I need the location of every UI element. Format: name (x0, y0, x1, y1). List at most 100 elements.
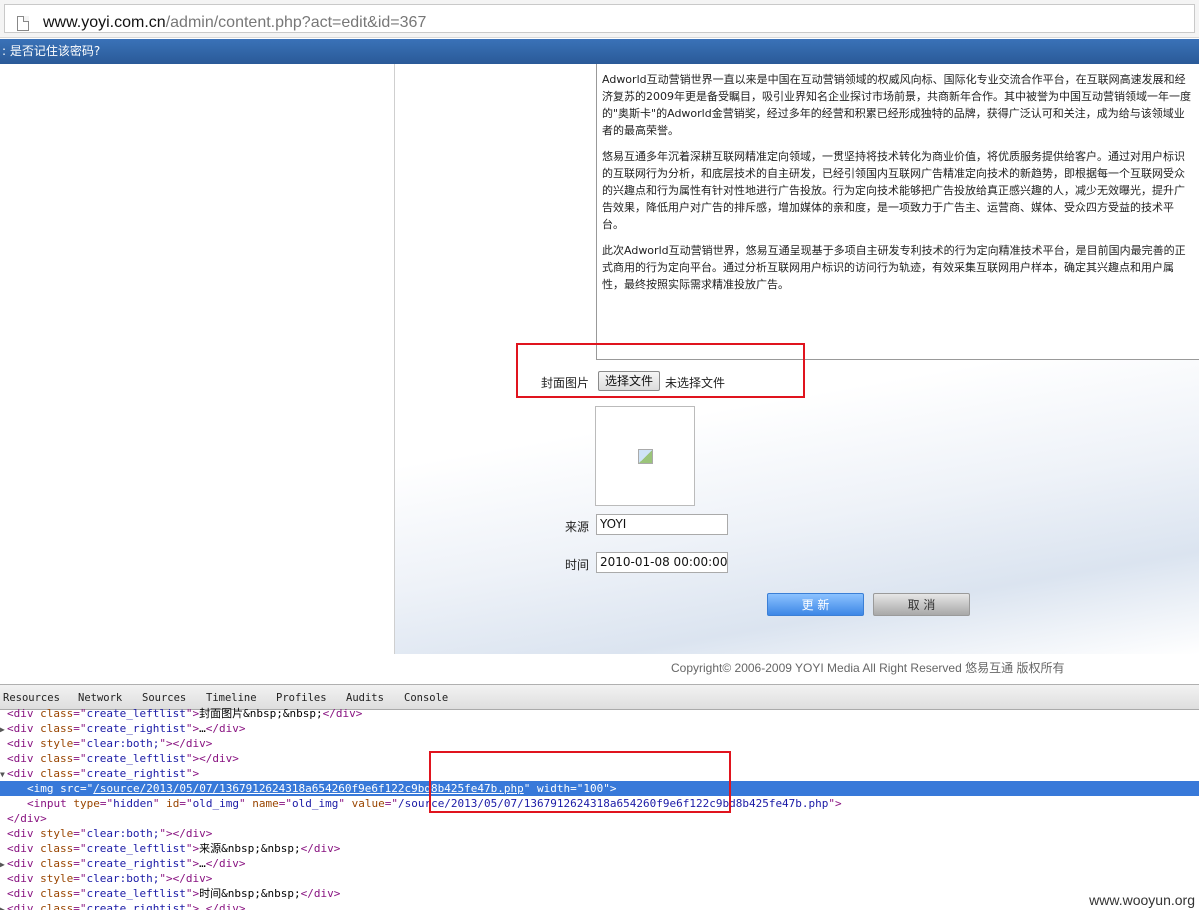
collapse-arrow-icon[interactable]: ▼ (0, 767, 7, 782)
dom-token: =" (278, 797, 292, 810)
url-field[interactable]: www.yoyi.com.cn/admin/content.php?act=ed… (4, 4, 1195, 33)
dom-token: =" (73, 722, 87, 735)
dom-tree-line[interactable]: <div class="create_leftlist">封面图片&nbsp;&… (0, 706, 1199, 721)
watermark: www.wooyun.org (1089, 892, 1195, 908)
dom-token: =" (73, 857, 87, 870)
dom-token: create_rightist (86, 722, 186, 735)
dom-token: class (40, 887, 74, 900)
expand-arrow-icon[interactable]: ▶ (0, 722, 7, 737)
dom-token: " (338, 797, 352, 810)
dom-token: <div (7, 842, 41, 855)
dom-tree-line[interactable]: ▶ <div class="create_rightist">…</div> (0, 856, 1199, 871)
dom-token: clear:both; (86, 737, 160, 750)
broken-image-icon (638, 449, 653, 464)
tab-network[interactable]: Network (78, 692, 122, 704)
dom-token: <input (27, 797, 74, 810)
dom-token: <img (27, 782, 61, 795)
dom-tree-line[interactable]: <div style="clear:both;"></div> (0, 826, 1199, 841)
dom-token: =" (73, 827, 87, 840)
dom-token: create_rightist (86, 902, 186, 910)
dom-token: name (252, 797, 279, 810)
dom-token: =" (73, 752, 87, 765)
dom-token: <div (7, 722, 41, 735)
dom-token: <div (7, 857, 41, 870)
dom-tree-line[interactable]: ▶ <div class="create_rightist">…</div> (0, 721, 1199, 736)
dom-token: "> (185, 842, 200, 855)
page-icon (17, 16, 29, 31)
expand-arrow-icon[interactable]: ▶ (0, 902, 7, 910)
dom-token: <div (7, 887, 41, 900)
dom-tree-line[interactable]: </div> (0, 811, 1199, 826)
dom-token: style (40, 737, 74, 750)
dom-token: 来源&nbsp;&nbsp; (199, 842, 301, 855)
tab-console[interactable]: Console (404, 692, 448, 704)
dom-token: 时间&nbsp;&nbsp; (199, 887, 301, 900)
editor-paragraph: 悠易互通多年沉着深耕互联网精准定向领域，一贯坚持将技术转化为商业价值，将优质服务… (602, 150, 1185, 231)
time-input[interactable]: 2010-01-08 00:00:00 (596, 552, 728, 573)
dom-token: </div> (205, 902, 246, 910)
dom-token: … (199, 902, 206, 910)
devtools-panel: Resources Network Sources Timeline Profi… (0, 684, 1199, 910)
dom-token: <div (7, 827, 41, 840)
dom-token: create_leftlist (86, 752, 186, 765)
dom-token: <div (7, 707, 41, 720)
dom-token: create_leftlist (86, 887, 186, 900)
dom-token: old_img (192, 797, 239, 810)
dom-token: clear:both; (86, 827, 160, 840)
dom-token: "></div> (159, 872, 213, 885)
dom-token: class (40, 707, 74, 720)
dom-token: class (40, 902, 74, 910)
infobar-text: : 是否记住该密码? (2, 44, 101, 58)
source-label: 来源 (565, 520, 590, 534)
dom-token: =" (73, 887, 87, 900)
dom-token: style (40, 827, 74, 840)
update-button[interactable]: 更 新 (767, 593, 864, 616)
dom-token: =" (384, 797, 398, 810)
dom-tree-line[interactable]: <div class="create_leftlist">来源&nbsp;&nb… (0, 841, 1199, 856)
tab-timeline[interactable]: Timeline (206, 692, 257, 704)
tab-audits[interactable]: Audits (346, 692, 384, 704)
save-password-infobar: : 是否记住该密码? (0, 39, 1199, 64)
dom-token: =" (73, 737, 87, 750)
dom-token: =" (179, 797, 193, 810)
source-input[interactable]: YOYI (596, 514, 728, 535)
dom-token: hidden (113, 797, 153, 810)
editor-paragraph: Adworld互动营销世界一直以来是中国在互动营销领域的权威风向标、国际化专业交… (602, 73, 1191, 137)
dom-token: clear:both; (86, 872, 160, 885)
left-panel (0, 64, 394, 654)
dom-token: src (60, 782, 80, 795)
dom-token: </div> (205, 857, 246, 870)
dom-token: "> (828, 797, 842, 810)
dom-token: "></div> (159, 827, 213, 840)
cover-image (595, 406, 695, 506)
dom-token: create_leftlist (86, 842, 186, 855)
page-content: Adworld互动营销世界一直以来是中国在互动营销领域的权威风向标、国际化专业交… (0, 64, 1199, 684)
dom-token: create_rightist (86, 767, 186, 780)
editor-paragraph: 此次Adworld互动营销世界，悠易互通呈现基于多项自主研发专利技术的行为定向精… (602, 244, 1186, 291)
dom-token: type (73, 797, 100, 810)
address-bar: www.yoyi.com.cn/admin/content.php?act=ed… (0, 0, 1199, 38)
dom-token: =" (99, 797, 114, 810)
dom-tree-line[interactable]: <div style="clear:both;"></div> (0, 871, 1199, 886)
content-editor[interactable]: Adworld互动营销世界一直以来是中国在互动营销领域的权威风向标、国际化专业交… (596, 64, 1199, 360)
dom-token: "></div> (185, 752, 239, 765)
dom-token: create_rightist (86, 857, 186, 870)
dom-tree-line[interactable]: ▶ <div class="create_rightist">…</div> (0, 901, 1199, 910)
dom-token: =" (73, 767, 87, 780)
dom-token: </div> (300, 887, 341, 900)
tab-sources[interactable]: Sources (142, 692, 186, 704)
tab-resources[interactable]: Resources (3, 692, 60, 704)
dom-token: value (351, 797, 385, 810)
dom-token: " (238, 797, 253, 810)
url-text[interactable]: www.yoyi.com.cn/admin/content.php?act=ed… (43, 14, 426, 32)
dom-tree-line[interactable]: <div style="clear:both;"></div> (0, 736, 1199, 751)
cancel-button[interactable]: 取 消 (873, 593, 970, 616)
tab-profiles[interactable]: Profiles (276, 692, 327, 704)
highlight-box (429, 751, 731, 813)
expand-arrow-icon[interactable]: ▶ (0, 857, 7, 872)
dom-tree-line[interactable]: <div class="create_leftlist">时间&nbsp;&nb… (0, 886, 1199, 901)
dom-token: <div (7, 902, 41, 910)
dom-token: "> (185, 707, 200, 720)
dom-token: class (40, 842, 74, 855)
dom-token: style (40, 872, 74, 885)
